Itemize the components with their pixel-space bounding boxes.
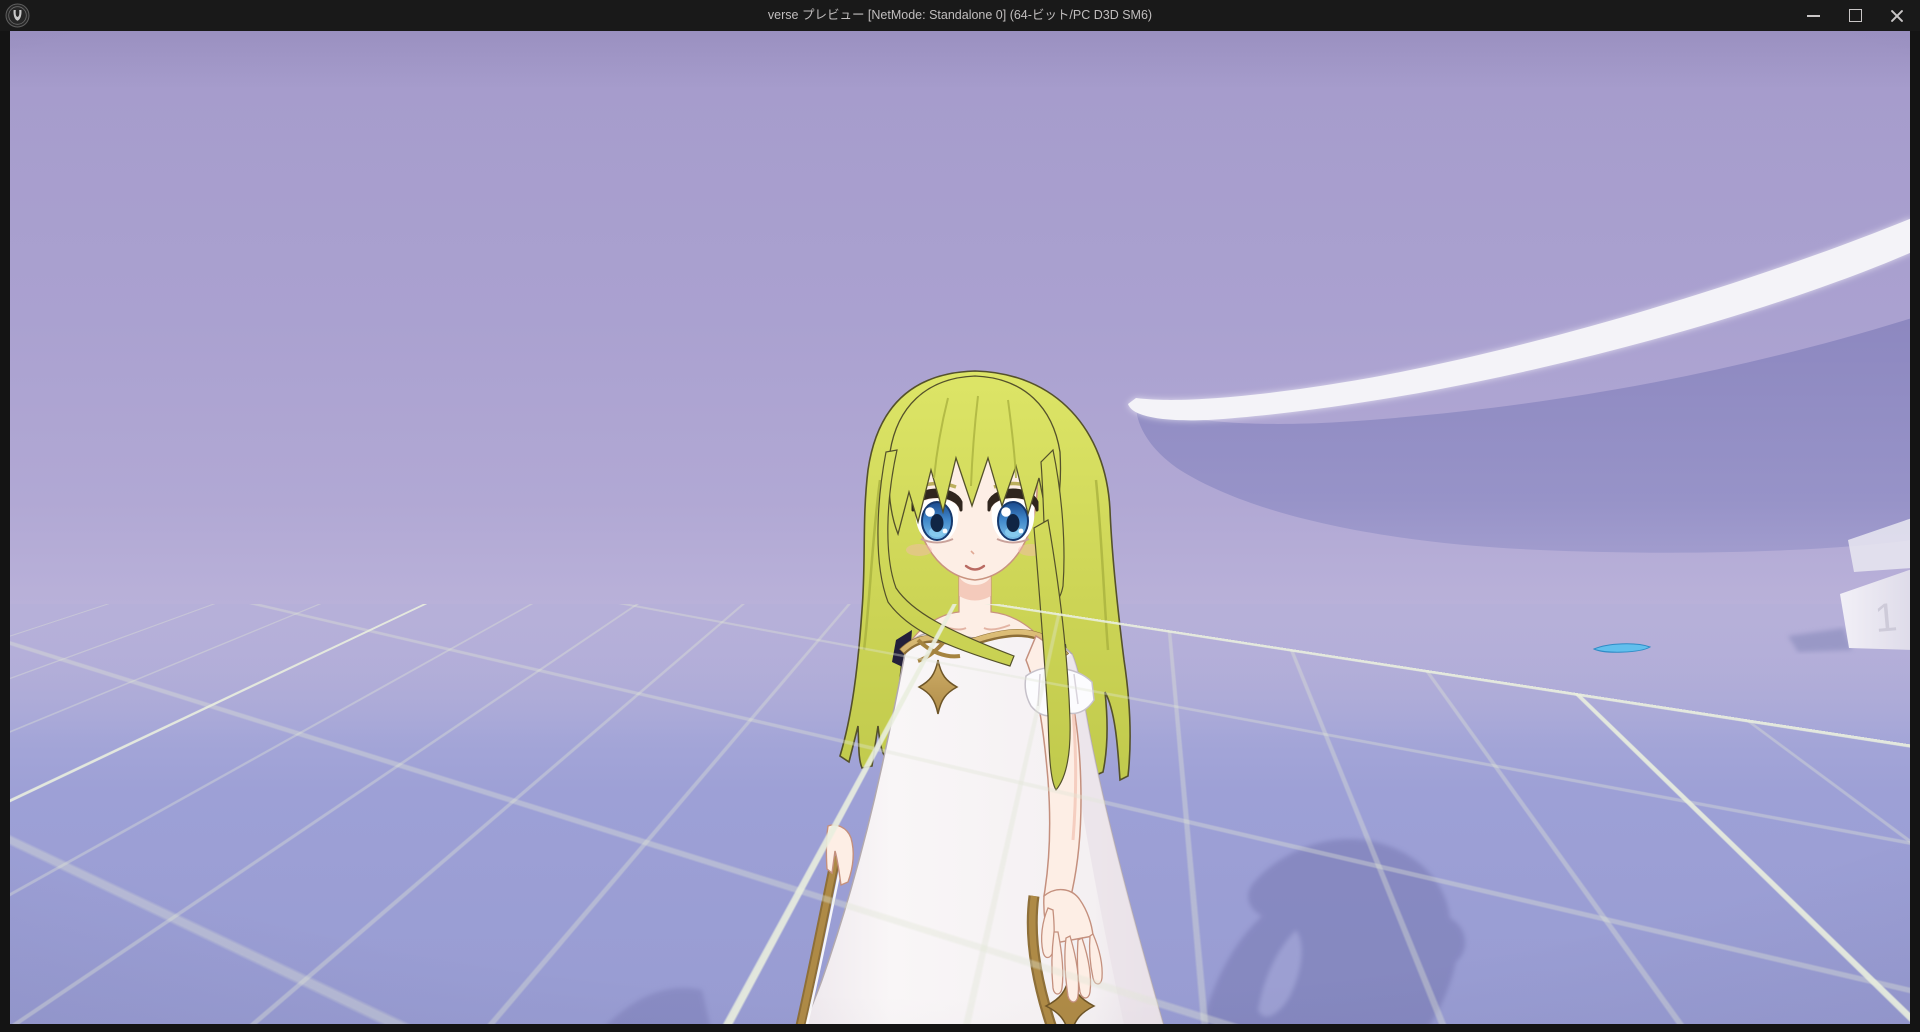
close-button[interactable]: [1884, 4, 1910, 28]
minimize-icon: [1807, 15, 1820, 17]
close-icon: [1890, 9, 1904, 23]
title-bar[interactable]: verse プレビュー [NetMode: Standalone 0] (64-…: [0, 0, 1920, 31]
maximize-button[interactable]: [1842, 4, 1868, 28]
window-controls: [1800, 0, 1910, 31]
maximize-icon: [1849, 9, 1862, 22]
app-window: verse プレビュー [NetMode: Standalone 0] (64-…: [0, 0, 1920, 1032]
minimize-button[interactable]: [1800, 4, 1826, 28]
game-viewport[interactable]: 1: [10, 31, 1910, 1024]
floor-grid: [10, 604, 1910, 1024]
window-title: verse プレビュー [NetMode: Standalone 0] (64-…: [200, 0, 1720, 31]
unreal-engine-logo-icon: [5, 3, 30, 28]
sky: [10, 31, 1910, 605]
